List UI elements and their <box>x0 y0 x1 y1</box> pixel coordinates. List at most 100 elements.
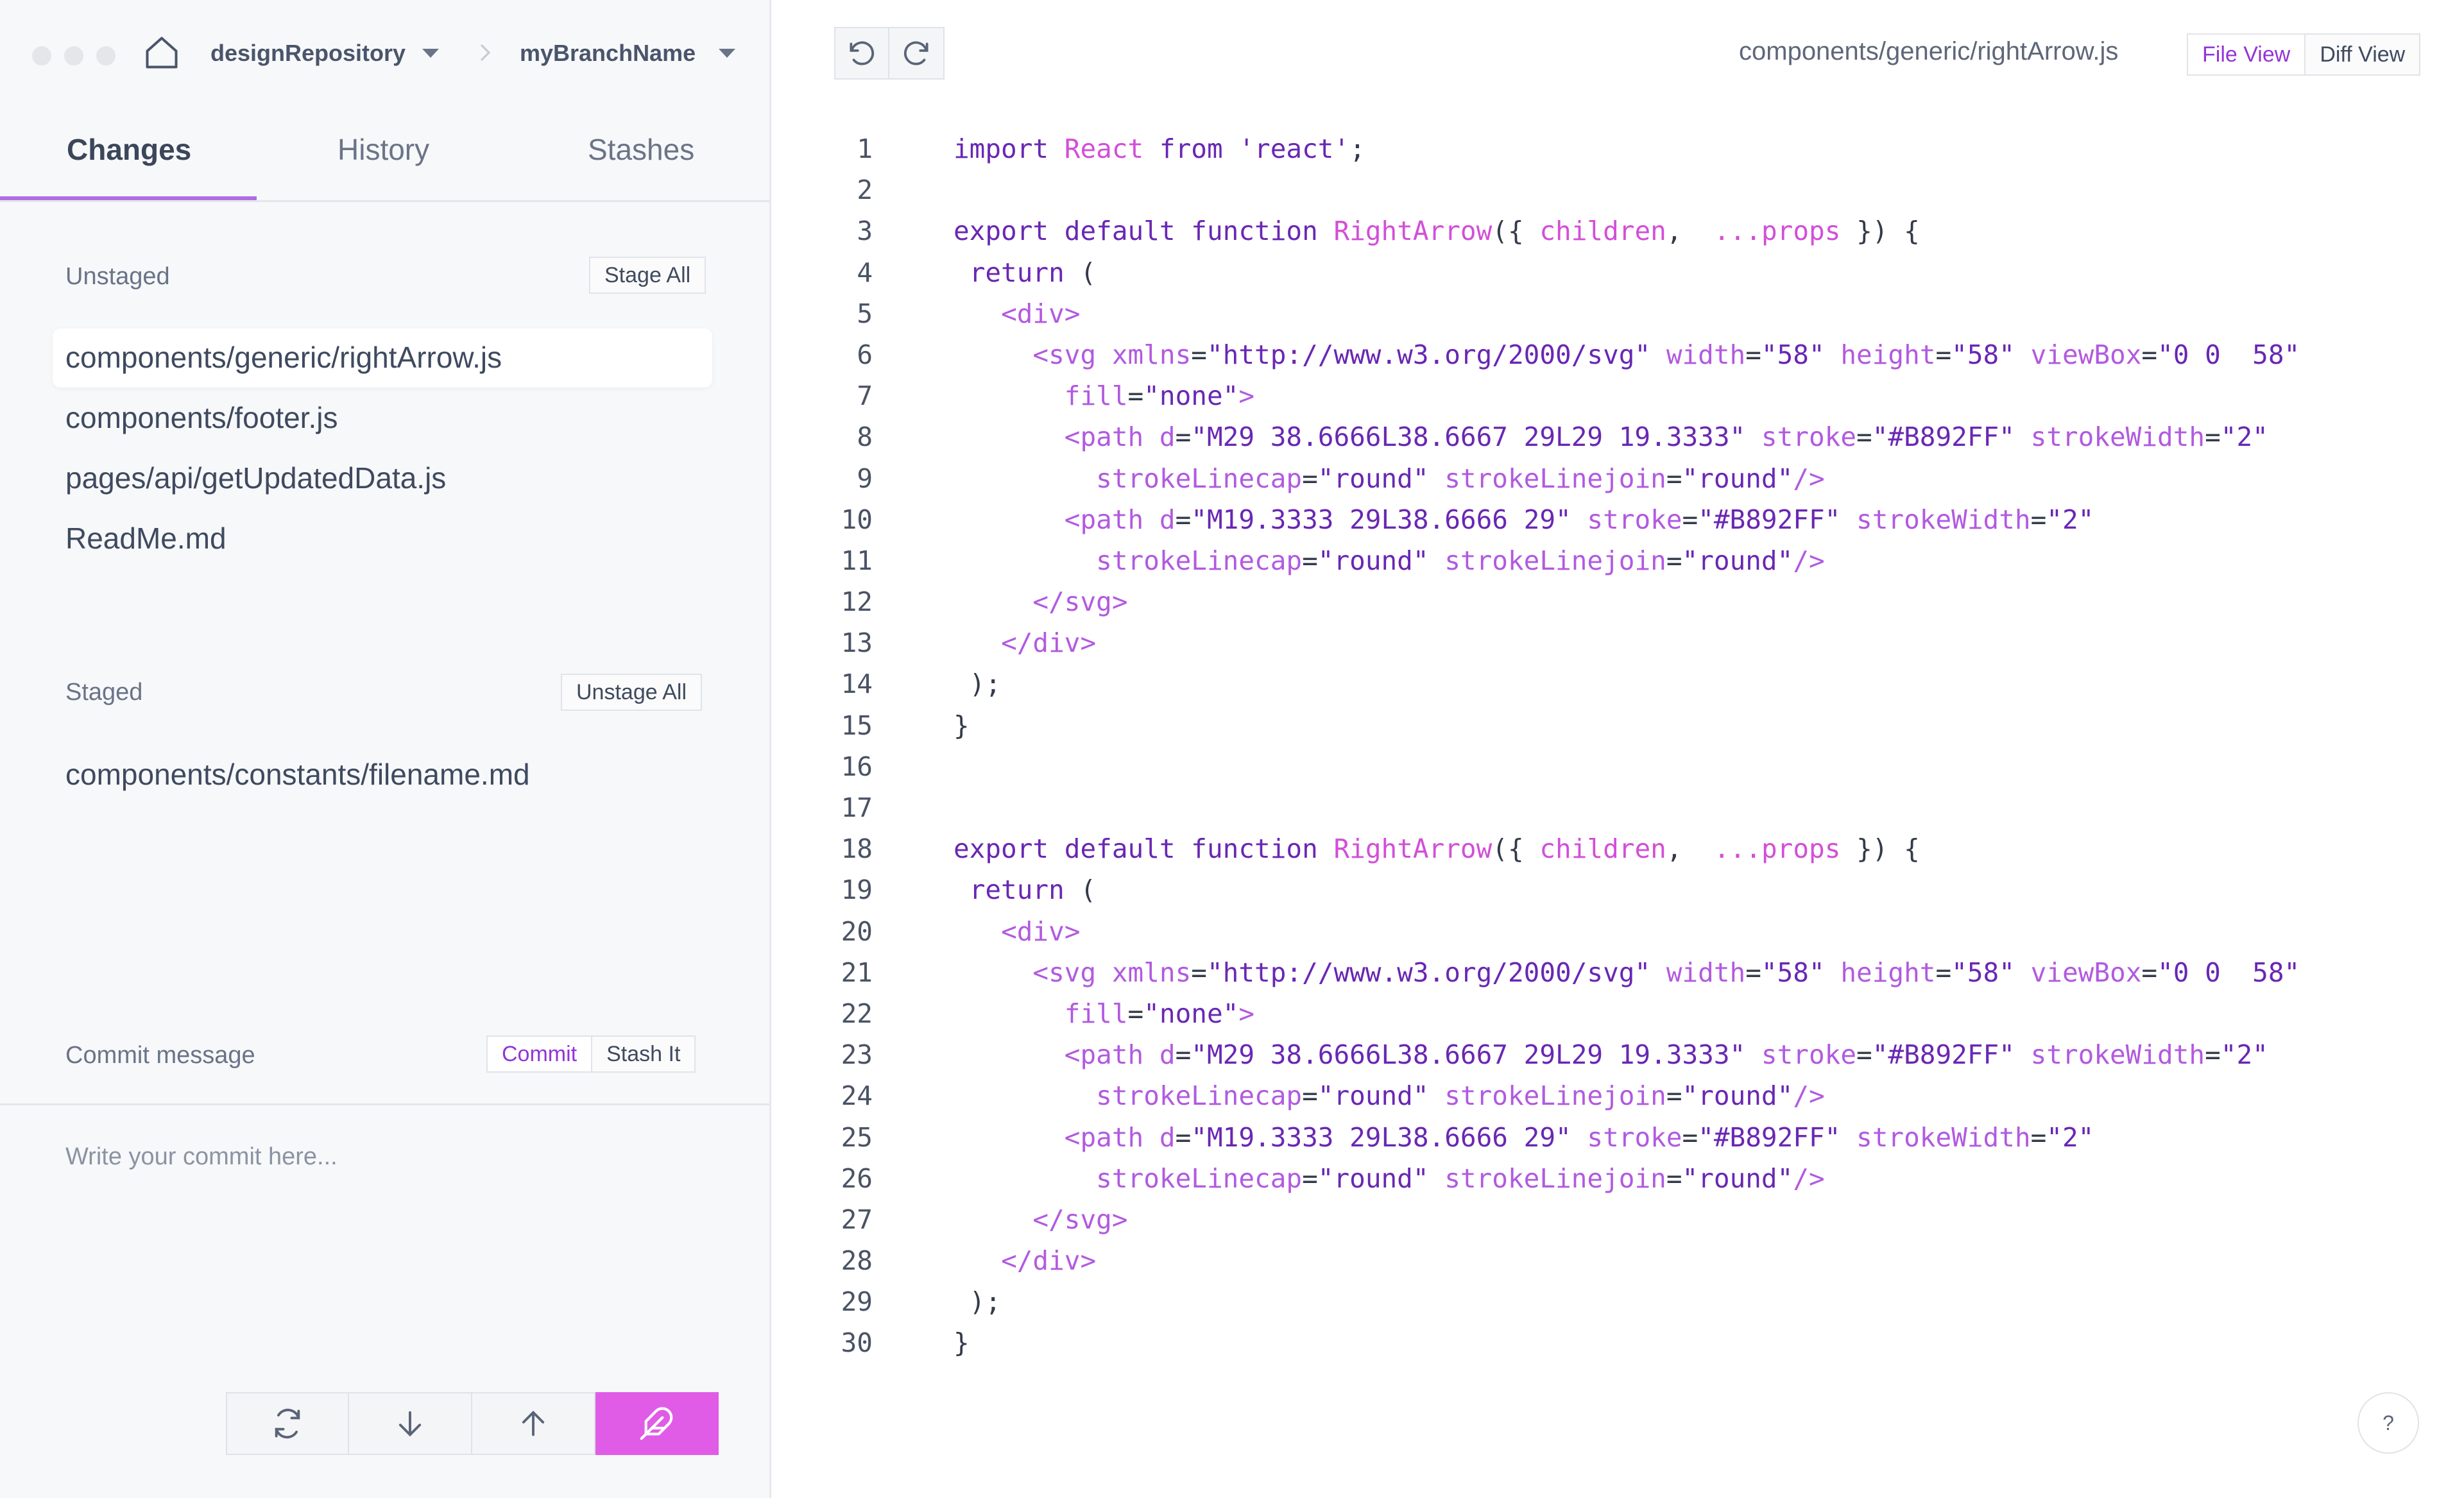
line-number: 27 <box>841 1204 873 1235</box>
caret-down-icon[interactable] <box>422 49 439 58</box>
code-line: 5 <div> <box>834 293 2300 334</box>
code-line: 4 return ( <box>834 252 2300 293</box>
code-line: 20 <div> <box>834 911 2300 952</box>
line-code: <path d="M29 38.6666L38.6667 29L29 19.33… <box>1064 1039 2268 1071</box>
line-code: </div> <box>1001 1245 1097 1277</box>
line-code: <path d="M19.3333 29L38.6666 29" stroke=… <box>1064 504 2094 535</box>
staged-label: Staged <box>65 679 143 706</box>
line-code: strokeLinecap="round" strokeLinejoin="ro… <box>1096 545 1825 576</box>
line-number: 5 <box>857 298 873 329</box>
commit-message-input[interactable] <box>64 1142 708 1337</box>
code-line: 8 <path d="M29 38.6666L38.6667 29L29 19.… <box>834 416 2300 457</box>
home-icon[interactable] <box>142 33 181 72</box>
line-number: 15 <box>841 710 873 741</box>
code-line: 3 export default function RightArrow({ ch… <box>834 210 2300 251</box>
code-line: 24 strokeLinecap="round" strokeLinejoin=… <box>834 1075 2300 1116</box>
code-line: 7 fill="none"> <box>834 375 2300 416</box>
file-view-button[interactable]: File View <box>2187 33 2306 76</box>
push-icon <box>522 1410 545 1436</box>
commit-button[interactable]: Commit <box>486 1035 593 1073</box>
line-code: <div> <box>1001 915 1081 947</box>
code-line: 17 <box>834 787 2300 828</box>
code-line: 14 ); <box>834 663 2300 704</box>
line-number: 26 <box>841 1162 873 1194</box>
code-line: 30} <box>834 1322 2300 1363</box>
unstaged-file-item[interactable]: components/generic/rightArrow.js <box>65 340 502 375</box>
code-editor[interactable]: 1 import React from 'react'; 2 3 export defa… <box>834 128 2300 1364</box>
undo-button[interactable] <box>834 27 889 80</box>
code-line: 26 strokeLinecap="round" strokeLinejoin=… <box>834 1158 2300 1199</box>
line-number: 3 <box>857 216 873 247</box>
repository-selector[interactable]: designRepository <box>210 40 406 67</box>
line-code: strokeLinecap="round" strokeLinejoin="ro… <box>1096 1080 1825 1112</box>
diff-view-button[interactable]: Diff View <box>2306 33 2421 76</box>
code-line: 2 <box>834 169 2300 210</box>
unstage-all-button[interactable]: Unstage All <box>561 674 702 711</box>
code-line: 19 return ( <box>834 869 2300 910</box>
line-code: </div> <box>1001 627 1097 659</box>
tab-stashes[interactable]: Stashes <box>588 132 694 167</box>
line-number: 1 <box>857 133 873 164</box>
line-code: <path d="M29 38.6666L38.6667 29L29 19.33… <box>1064 421 2268 453</box>
pull-button[interactable] <box>349 1392 472 1455</box>
line-number: 10 <box>841 504 873 535</box>
close-window-button[interactable] <box>32 46 51 65</box>
commit-message-label: Commit message <box>65 1042 255 1069</box>
code-line: 1 import React from 'react'; <box>834 128 2300 169</box>
code-line: 25 <path d="M19.3333 29L38.6666 29" stro… <box>834 1117 2300 1158</box>
line-code: } <box>954 710 970 741</box>
line-number: 25 <box>841 1121 873 1153</box>
stash-it-button[interactable]: Stash It <box>592 1035 696 1073</box>
line-code: <path d="M19.3333 29L38.6666 29" stroke=… <box>1064 1121 2094 1153</box>
line-code: return ( <box>969 257 1097 288</box>
git-action-bar <box>226 1392 719 1455</box>
code-line: 15} <box>834 705 2300 746</box>
commit-actions: Commit Stash It <box>486 1035 696 1073</box>
line-number: 12 <box>841 586 873 618</box>
unstaged-file-item[interactable]: ReadMe.md <box>65 521 227 556</box>
line-code: fill="none"> <box>1064 380 1255 412</box>
code-line: 6 <svg xmlns="http://www.w3.org/2000/svg… <box>834 334 2300 375</box>
pull-icon <box>398 1411 422 1437</box>
line-number: 18 <box>841 833 873 865</box>
sidebar-tabs: Changes History Stashes <box>0 122 769 202</box>
line-code: </svg> <box>1032 586 1128 618</box>
sidebar: designRepository myBranchName Changes Hi… <box>0 0 771 1498</box>
code-line: 16 <box>834 746 2300 787</box>
code-line: 9 strokeLinecap="round" strokeLinejoin="… <box>834 458 2300 499</box>
sync-icon <box>275 1408 300 1439</box>
line-number: 14 <box>841 668 873 700</box>
line-code: strokeLinecap="round" strokeLinejoin="ro… <box>1096 1162 1825 1194</box>
line-number: 29 <box>841 1286 873 1318</box>
tab-history[interactable]: History <box>338 132 429 167</box>
push-button[interactable] <box>472 1392 595 1455</box>
line-code: <svg xmlns="http://www.w3.org/2000/svg" … <box>1032 339 2300 370</box>
minimize-window-button[interactable] <box>64 46 83 65</box>
code-line: 12 </svg> <box>834 581 2300 622</box>
maximize-window-button[interactable] <box>96 46 116 65</box>
tab-changes[interactable]: Changes <box>67 132 191 167</box>
code-line: 23 <path d="M29 38.6666L38.6667 29L29 19… <box>834 1034 2300 1075</box>
unstaged-file-item[interactable]: pages/api/getUpdatedData.js <box>65 461 446 495</box>
line-number: 6 <box>857 339 873 370</box>
stage-all-button[interactable]: Stage All <box>589 257 706 294</box>
staged-file-item[interactable]: components/constants/filename.md <box>65 757 530 792</box>
sync-button[interactable] <box>226 1392 349 1455</box>
caret-down-icon[interactable] <box>719 49 735 58</box>
unstaged-file-item[interactable]: components/footer.js <box>65 400 338 435</box>
chevron-right-icon <box>480 44 491 62</box>
undo-icon <box>850 41 874 65</box>
line-number: 22 <box>841 998 873 1029</box>
feather-icon <box>640 1407 673 1440</box>
redo-button[interactable] <box>889 27 945 80</box>
code-line: 10 <path d="M19.3333 29L38.6666 29" stro… <box>834 499 2300 540</box>
branch-selector[interactable]: myBranchName <box>520 40 696 67</box>
publish-button[interactable] <box>595 1392 719 1455</box>
line-number: 16 <box>841 751 873 782</box>
line-code: return ( <box>969 874 1097 906</box>
line-number: 4 <box>857 257 873 288</box>
help-button[interactable]: ? <box>2357 1392 2419 1454</box>
code-line: 28 </div> <box>834 1240 2300 1281</box>
